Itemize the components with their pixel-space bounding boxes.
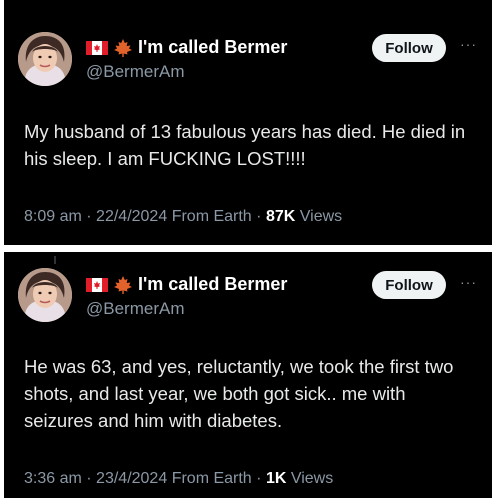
tweet-source: From Earth: [171, 208, 252, 225]
avatar-portrait: [18, 268, 72, 322]
avatar-portrait: [18, 32, 72, 86]
maple-leaf-icon: [114, 275, 132, 294]
tweet-date[interactable]: 22/4/2024: [96, 208, 167, 225]
tweet-date[interactable]: 23/4/2024: [96, 470, 167, 487]
tweet-card: I'm called Bermer @BermerAm Follow ··· M…: [4, 0, 492, 245]
views-label: Views: [299, 208, 343, 225]
tweet-source: From Earth: [171, 470, 252, 487]
meta-separator: ·: [86, 470, 92, 487]
more-options-icon[interactable]: ···: [460, 274, 477, 290]
meta-separator: ·: [86, 208, 92, 225]
tweet-meta: 8:09 am · 22/4/2024 From Earth · 87K Vie…: [24, 208, 342, 226]
views-count[interactable]: 87K: [266, 208, 295, 225]
tweet-time[interactable]: 3:36 am: [24, 470, 82, 487]
author-handle[interactable]: @BermerAm: [86, 299, 185, 319]
author-display-name[interactable]: I'm called Bermer: [138, 274, 287, 295]
thread-line: [54, 256, 56, 264]
author-name-row[interactable]: I'm called Bermer: [86, 37, 287, 58]
canada-flag-icon: [86, 277, 108, 292]
tweet-card: I'm called Bermer @BermerAm Follow ··· H…: [4, 252, 492, 498]
author-display-name[interactable]: I'm called Bermer: [138, 37, 287, 58]
views-label: Views: [290, 470, 334, 487]
follow-button[interactable]: Follow: [372, 271, 446, 299]
author-handle[interactable]: @BermerAm: [86, 62, 185, 82]
avatar[interactable]: [18, 32, 72, 86]
avatar[interactable]: [18, 268, 72, 322]
maple-leaf-icon: [114, 38, 132, 57]
tweet-text: He was 63, and yes, reluctantly, we took…: [24, 356, 454, 431]
follow-button[interactable]: Follow: [372, 34, 446, 62]
canada-flag-icon: [86, 40, 108, 55]
tweet-meta: 3:36 am · 23/4/2024 From Earth · 1K View…: [24, 470, 333, 488]
tweet-time[interactable]: 8:09 am: [24, 208, 82, 225]
tweet-text: My husband of 13 fabulous years has died…: [24, 121, 466, 169]
meta-separator: ·: [256, 208, 262, 225]
meta-separator: ·: [256, 470, 262, 487]
more-options-icon[interactable]: ···: [460, 36, 477, 52]
views-count[interactable]: 1K: [266, 470, 286, 487]
author-name-row[interactable]: I'm called Bermer: [86, 274, 287, 295]
